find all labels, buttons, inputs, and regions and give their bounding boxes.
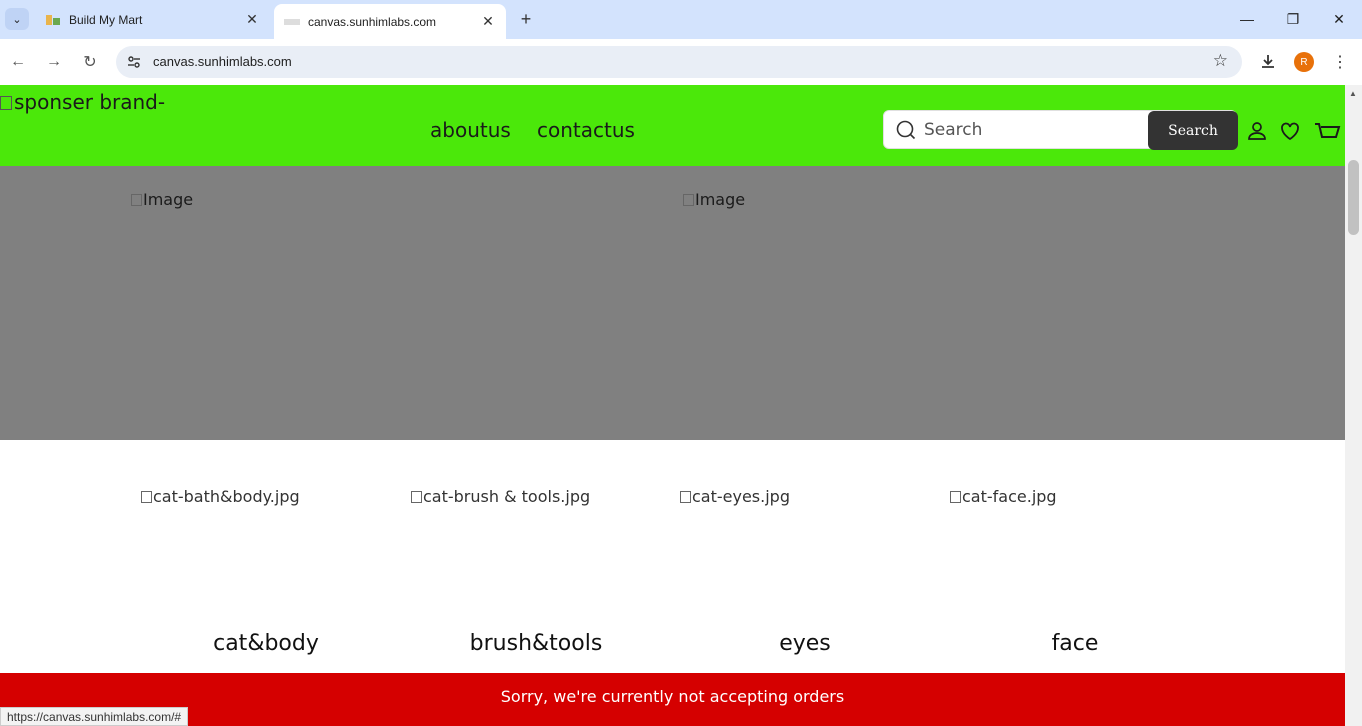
scroll-up-arrow-icon[interactable]: ▲	[1349, 89, 1357, 98]
user-account-icon[interactable]	[1245, 119, 1269, 143]
search-input[interactable]	[924, 119, 1144, 141]
broken-image-icon	[141, 491, 152, 503]
site-header: sponser brand- aboutus contactus Search	[0, 85, 1345, 166]
tab-title: Build My Mart	[69, 12, 143, 27]
address-bar[interactable]: canvas.sunhimlabs.com ☆	[116, 46, 1242, 78]
close-tab-icon[interactable]: ✕	[242, 10, 262, 30]
category-name-eyes[interactable]: eyes	[705, 631, 905, 656]
hero-image-alt: Image	[143, 190, 194, 209]
download-icon[interactable]	[1257, 51, 1279, 73]
reload-icon[interactable]: ↻	[79, 51, 101, 73]
scrollbar-thumb[interactable]	[1348, 160, 1359, 235]
browser-tab-bar: ⌄ Build My Mart ✕ canvas.sunhimlabs.com …	[0, 0, 1362, 39]
browser-toolbar: ← → ↻ canvas.sunhimlabs.com ☆ R ⋮	[0, 39, 1362, 85]
page-scrollbar[interactable]: ▲	[1345, 85, 1362, 726]
site-info-icon[interactable]	[124, 52, 144, 72]
status-bar-url: https://canvas.sunhimlabs.com/#	[0, 707, 189, 726]
wishlist-heart-icon[interactable]	[1278, 119, 1302, 143]
tab-search-dropdown-button[interactable]: ⌄	[5, 8, 29, 30]
broken-image-icon	[411, 491, 422, 503]
hero-image-alt: Image	[695, 190, 746, 209]
category-image-brush-tools[interactable]: cat-brush & tools.jpg	[411, 487, 590, 506]
broken-image-icon	[950, 491, 961, 503]
category-image-alt: cat-bath&body.jpg	[153, 487, 300, 506]
close-window-icon[interactable]: ✕	[1324, 8, 1354, 30]
tab-canvas-sunhimlabs[interactable]: canvas.sunhimlabs.com ✕	[274, 4, 506, 39]
order-notice-banner: Sorry, we're currently not accepting ord…	[0, 673, 1345, 726]
new-tab-button[interactable]: +	[515, 8, 537, 30]
category-image-alt: cat-eyes.jpg	[692, 487, 790, 506]
web-page: sponser brand- aboutus contactus Search …	[0, 85, 1345, 726]
sponsor-brand-logo[interactable]: sponser brand-	[0, 90, 165, 114]
build-my-mart-favicon-icon	[45, 12, 61, 28]
brand-alt-text: sponser brand-	[14, 90, 166, 114]
category-name-face[interactable]: face	[975, 631, 1175, 656]
profile-avatar[interactable]: R	[1294, 52, 1314, 72]
back-arrow-icon[interactable]: ←	[7, 51, 29, 73]
broken-image-icon	[680, 491, 691, 503]
bookmark-star-icon[interactable]: ☆	[1213, 51, 1228, 71]
category-image-alt: cat-face.jpg	[962, 487, 1057, 506]
nav-link-aboutus[interactable]: aboutus	[430, 118, 511, 142]
broken-image-icon	[683, 194, 694, 206]
category-image-alt: cat-brush & tools.jpg	[423, 487, 591, 506]
close-tab-icon[interactable]: ✕	[478, 12, 498, 32]
hero-image-right[interactable]: Image	[683, 190, 745, 209]
nav-link-contactus[interactable]: contactus	[537, 118, 635, 142]
search-button[interactable]: Search	[1148, 111, 1238, 150]
address-url: canvas.sunhimlabs.com	[153, 54, 292, 69]
category-name-bath-body[interactable]: cat&body	[166, 631, 366, 656]
restore-icon[interactable]: ❐	[1278, 8, 1308, 30]
broken-image-icon	[0, 96, 12, 110]
site-favicon-icon	[284, 14, 300, 30]
category-image-face[interactable]: cat-face.jpg	[950, 487, 1057, 506]
minimize-icon[interactable]: —	[1232, 8, 1262, 30]
tab-title: canvas.sunhimlabs.com	[308, 14, 437, 29]
hero-image-left[interactable]: Image	[131, 190, 193, 209]
broken-image-icon	[131, 194, 142, 206]
category-image-eyes[interactable]: cat-eyes.jpg	[680, 487, 790, 506]
search-bar: Search	[883, 110, 1238, 150]
hero-banner: Image Image	[0, 166, 1345, 440]
forward-arrow-icon[interactable]: →	[43, 51, 65, 73]
search-icon	[896, 120, 916, 140]
tab-build-my-mart[interactable]: Build My Mart ✕	[33, 4, 270, 35]
browser-menu-icon[interactable]: ⋮	[1329, 51, 1351, 73]
category-name-brush-tools[interactable]: brush&tools	[436, 631, 636, 656]
cart-icon[interactable]	[1313, 119, 1341, 143]
category-image-bath-body[interactable]: cat-bath&body.jpg	[141, 487, 300, 506]
